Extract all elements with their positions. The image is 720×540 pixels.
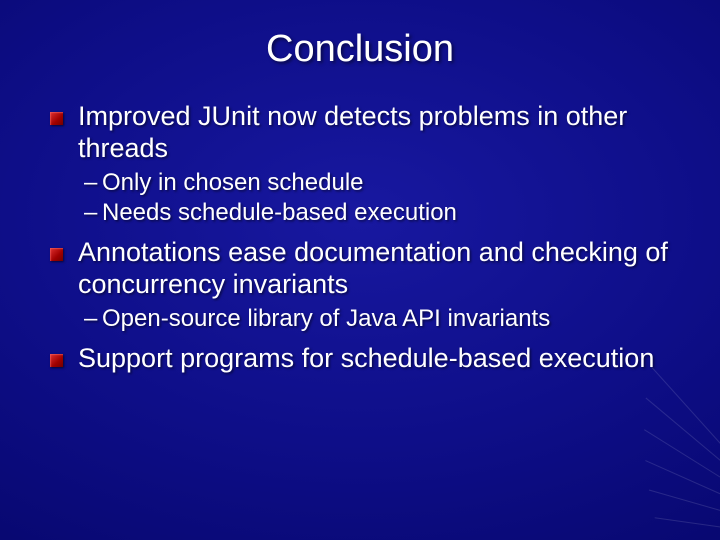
bullet-level1: Improved JUnit now detects problems in o… — [48, 101, 672, 165]
bullet-level2: –Needs schedule-based execution — [48, 199, 672, 227]
slide-title: Conclusion — [48, 28, 672, 71]
bullet-level2: –Only in chosen schedule — [48, 169, 672, 197]
bullet-group: Improved JUnit now detects problems in o… — [48, 101, 672, 227]
bullet-text: Annotations ease documentation and check… — [78, 237, 668, 299]
bullet-level2: –Open-source library of Java API invaria… — [48, 305, 672, 333]
dash-icon: – — [84, 305, 102, 333]
subbullet-text: Needs schedule-based execution — [102, 199, 457, 226]
slide: Conclusion Improved JUnit now detects pr… — [0, 0, 720, 540]
dash-icon: – — [84, 169, 102, 197]
bullet-level1: Annotations ease documentation and check… — [48, 237, 672, 301]
bullet-group: Annotations ease documentation and check… — [48, 237, 672, 333]
bullet-level1: Support programs for schedule-based exec… — [48, 343, 672, 375]
dash-icon: – — [84, 199, 102, 227]
slide-body: Improved JUnit now detects problems in o… — [48, 101, 672, 375]
square-bullet-icon — [50, 248, 63, 261]
square-bullet-icon — [50, 354, 63, 367]
square-bullet-icon — [50, 112, 63, 125]
bullet-group: Support programs for schedule-based exec… — [48, 343, 672, 375]
subbullet-text: Open-source library of Java API invarian… — [102, 305, 550, 332]
bullet-text: Support programs for schedule-based exec… — [78, 343, 654, 373]
bullet-text: Improved JUnit now detects problems in o… — [78, 101, 627, 163]
subbullet-text: Only in chosen schedule — [102, 169, 364, 196]
corner-rays-icon — [660, 420, 720, 540]
